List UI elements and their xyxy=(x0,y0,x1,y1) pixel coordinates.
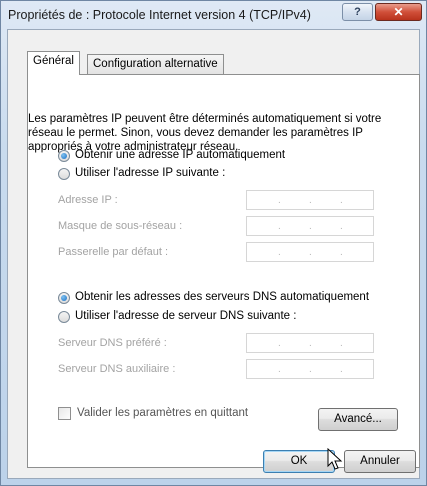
checkbox[interactable] xyxy=(58,407,71,420)
dialog-window: Propriétés de : Protocole Internet versi… xyxy=(0,0,427,486)
subnet-mask-field: ... xyxy=(246,216,374,236)
help-icon: ? xyxy=(354,6,361,18)
ok-button[interactable]: OK xyxy=(263,450,335,473)
close-icon: ✕ xyxy=(393,5,404,19)
alternate-dns-label: Serveur DNS auxiliaire : xyxy=(58,363,176,375)
dialog-client-area: Général Configuration alternative Les pa… xyxy=(7,29,420,479)
close-button[interactable]: ✕ xyxy=(375,3,422,21)
subnet-mask-label: Masque de sous-réseau : xyxy=(58,220,183,232)
tab-general[interactable]: Général xyxy=(27,51,80,75)
window-title: Propriétés de : Protocole Internet versi… xyxy=(8,8,311,22)
radio-ip-manual-label: Utiliser l'adresse IP suivante : xyxy=(75,167,226,179)
preferred-dns-field: ... xyxy=(246,333,374,353)
radio-button-selected[interactable] xyxy=(58,150,70,162)
preferred-dns-label: Serveur DNS préféré : xyxy=(58,337,167,349)
radio-button[interactable] xyxy=(58,311,70,323)
radio-dns-auto-label: Obtenir les adresses des serveurs DNS au… xyxy=(75,291,370,303)
validate-settings-label: Valider les paramètres en quittant xyxy=(77,407,249,419)
advanced-button[interactable]: Avancé... xyxy=(318,408,398,431)
cancel-button[interactable]: Annuler xyxy=(344,450,416,473)
ip-address-field: ... xyxy=(246,190,374,210)
radio-button[interactable] xyxy=(58,168,70,180)
ip-address-label: Adresse IP : xyxy=(58,194,118,206)
default-gateway-field: ... xyxy=(246,242,374,262)
mouse-cursor-icon xyxy=(327,448,343,470)
title-bar[interactable]: Propriétés de : Protocole Internet versi… xyxy=(1,1,426,29)
help-button[interactable]: ? xyxy=(342,3,373,21)
radio-ip-auto-label: Obtenir une adresse IP automatiquement xyxy=(75,149,286,161)
alternate-dns-field: ... xyxy=(246,359,374,379)
radio-button-selected[interactable] xyxy=(58,292,70,304)
radio-dns-manual-label: Utiliser l'adresse de serveur DNS suivan… xyxy=(75,310,297,322)
default-gateway-label: Passerelle par défaut : xyxy=(58,246,169,258)
tab-alternate-configuration[interactable]: Configuration alternative xyxy=(87,54,224,74)
intro-text: Les paramètres IP peuvent être déterminé… xyxy=(28,113,382,153)
